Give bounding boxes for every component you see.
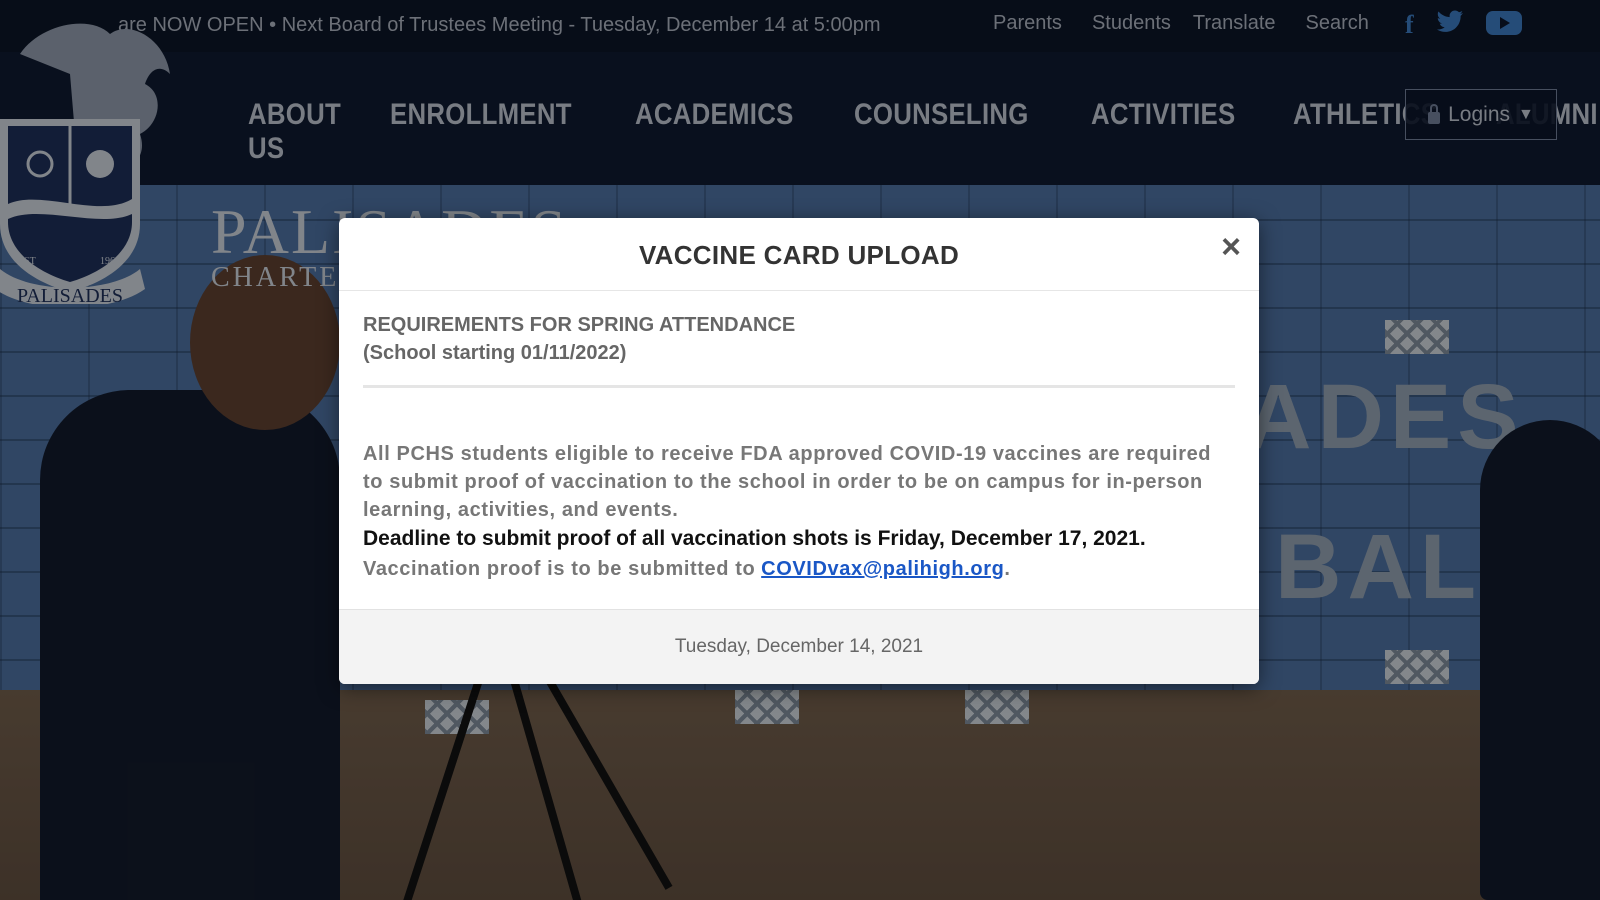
requirements-heading: REQUIREMENTS FOR SPRING ATTENDANCE [363, 314, 796, 336]
close-icon[interactable]: × [1221, 228, 1241, 267]
modal-title: VACCINE CARD UPLOAD [638, 240, 960, 270]
deadline-notice: Deadline to submit proof of all vaccinat… [363, 524, 1235, 584]
divider [363, 385, 1235, 388]
modal-footer: Tuesday, December 14, 2021 [339, 609, 1259, 684]
vaccine-requirement-text: All PCHS students eligible to receive FD… [363, 443, 1212, 521]
requirements-subheading: (School starting 01/11/2022) [363, 342, 627, 364]
modal-date: Tuesday, December 14, 2021 [674, 636, 924, 657]
deadline-text: Deadline to submit proof of all vaccinat… [363, 527, 1146, 550]
submit-instructions: Vaccination proof is to be submitted to [363, 558, 756, 580]
email-link[interactable]: COVIDvax@palihigh.org [761, 558, 1004, 580]
modal-header: VACCINE CARD UPLOAD × [339, 218, 1259, 291]
modal-body: REQUIREMENTS FOR SPRING ATTENDANCE (Scho… [339, 291, 1259, 584]
vaccine-modal: VACCINE CARD UPLOAD × REQUIREMENTS FOR S… [339, 218, 1259, 684]
email-suffix: . [1004, 558, 1011, 580]
